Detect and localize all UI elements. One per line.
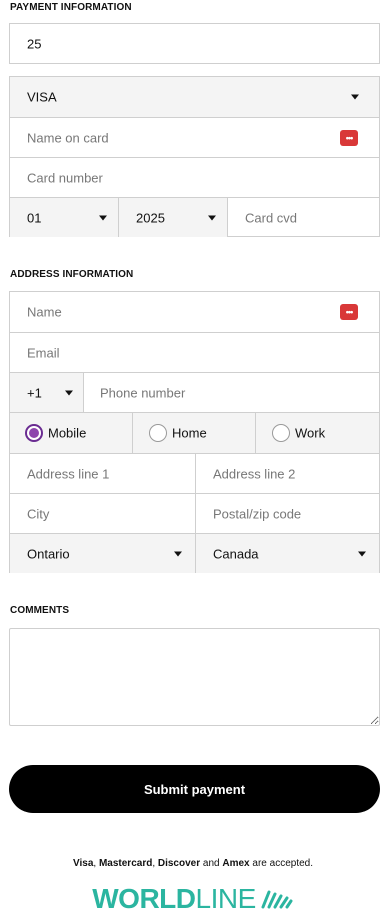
email-field[interactable]: Email: [10, 332, 379, 372]
chevron-down-icon: [99, 215, 107, 220]
radio-home-indicator[interactable]: [149, 424, 167, 442]
separator-and: and: [200, 858, 223, 869]
address-group: Name ••• Email +1 Phone number Mobile Ho…: [9, 291, 380, 573]
card-number-placeholder: Card number: [27, 170, 103, 185]
radio-mobile-indicator[interactable]: [25, 424, 43, 442]
card-number-field[interactable]: Card number: [10, 157, 379, 197]
cvd-placeholder: Card cvd: [245, 210, 298, 225]
postal-placeholder: Postal/zip code: [213, 506, 302, 521]
chevron-down-icon: [174, 551, 182, 556]
chevron-down-icon: [65, 390, 73, 395]
brand-amex: Amex: [222, 858, 250, 869]
radio-mobile-label: Mobile: [48, 425, 87, 441]
accepted-cards-note: Visa, Mastercard, Discover and Amex are …: [0, 858, 386, 869]
address-lines-row: Address line 1 Address line 2: [10, 453, 379, 493]
card-group: VISA Name on card ••• Card number 01 202…: [9, 76, 380, 237]
accepted-suffix: are accepted.: [249, 858, 313, 869]
radio-work[interactable]: Work: [255, 413, 379, 453]
radio-home[interactable]: Home: [132, 413, 255, 453]
postal-field[interactable]: Postal/zip code: [195, 494, 379, 533]
chevron-down-icon: [208, 215, 216, 220]
email-placeholder: Email: [27, 345, 60, 360]
worldline-waves-icon: [261, 890, 293, 909]
exp-month-value: 01: [27, 210, 42, 225]
province-value: Ontario: [27, 546, 70, 561]
expiry-cvd-row: 01 2025 Card cvd: [10, 197, 379, 237]
radio-work-label: Work: [295, 425, 326, 441]
radio-home-label: Home: [172, 425, 207, 441]
address-section-title: ADDRESS INFORMATION: [10, 269, 134, 280]
password-manager-icon[interactable]: •••: [340, 129, 358, 146]
card-type-select[interactable]: VISA: [10, 77, 379, 117]
logo-light-text: LINE: [195, 883, 257, 914]
submit-payment-button[interactable]: Submit payment: [9, 765, 380, 813]
radio-mobile[interactable]: Mobile: [10, 413, 132, 453]
brand-visa: Visa: [73, 858, 94, 869]
exp-year-select[interactable]: 2025: [118, 198, 227, 237]
name-on-card-placeholder: Name on card: [27, 130, 109, 145]
amount-value: 25: [27, 36, 42, 51]
province-select[interactable]: Ontario: [10, 534, 195, 573]
name-placeholder: Name: [27, 304, 62, 320]
radio-work-indicator[interactable]: [272, 424, 290, 442]
phone-field[interactable]: Phone number: [83, 373, 379, 412]
exp-month-select[interactable]: 01: [10, 198, 118, 237]
card-type-value: VISA: [27, 89, 57, 105]
country-value: Canada: [213, 546, 259, 561]
address-line1-field[interactable]: Address line 1: [10, 454, 195, 493]
country-select[interactable]: Canada: [195, 534, 379, 573]
phone-type-row: Mobile Home Work: [10, 412, 379, 453]
address-line2-placeholder: Address line 2: [213, 466, 296, 481]
phone-code-value: +1: [27, 385, 42, 400]
address-line2-field[interactable]: Address line 2: [195, 454, 379, 493]
password-manager-icon[interactable]: •••: [340, 304, 358, 320]
phone-row: +1 Phone number: [10, 372, 379, 412]
city-placeholder: City: [27, 506, 50, 521]
phone-code-select[interactable]: +1: [10, 373, 83, 412]
exp-year-value: 2025: [136, 210, 165, 225]
comments-section-title: COMMENTS: [10, 605, 70, 616]
comments-textarea[interactable]: [9, 628, 380, 726]
amount-field[interactable]: 25: [9, 23, 380, 64]
brand-discover: Discover: [157, 858, 201, 869]
address-line1-placeholder: Address line 1: [27, 466, 110, 481]
name-on-card-field[interactable]: Name on card •••: [10, 117, 379, 157]
name-field[interactable]: Name •••: [10, 292, 379, 332]
chevron-down-icon: [358, 551, 366, 556]
worldline-logo: WORLD LINE: [0, 883, 386, 914]
brand-mastercard: Mastercard: [98, 858, 153, 869]
region-row: Ontario Canada: [10, 533, 379, 573]
phone-placeholder: Phone number: [100, 385, 186, 400]
logo-bold-text: WORLD: [92, 883, 196, 914]
payment-section-title: PAYMENT INFORMATION: [10, 2, 132, 13]
city-field[interactable]: City: [10, 494, 195, 533]
cvd-field[interactable]: Card cvd: [227, 198, 379, 237]
chevron-down-icon: [351, 94, 359, 100]
city-postal-row: City Postal/zip code: [10, 493, 379, 533]
